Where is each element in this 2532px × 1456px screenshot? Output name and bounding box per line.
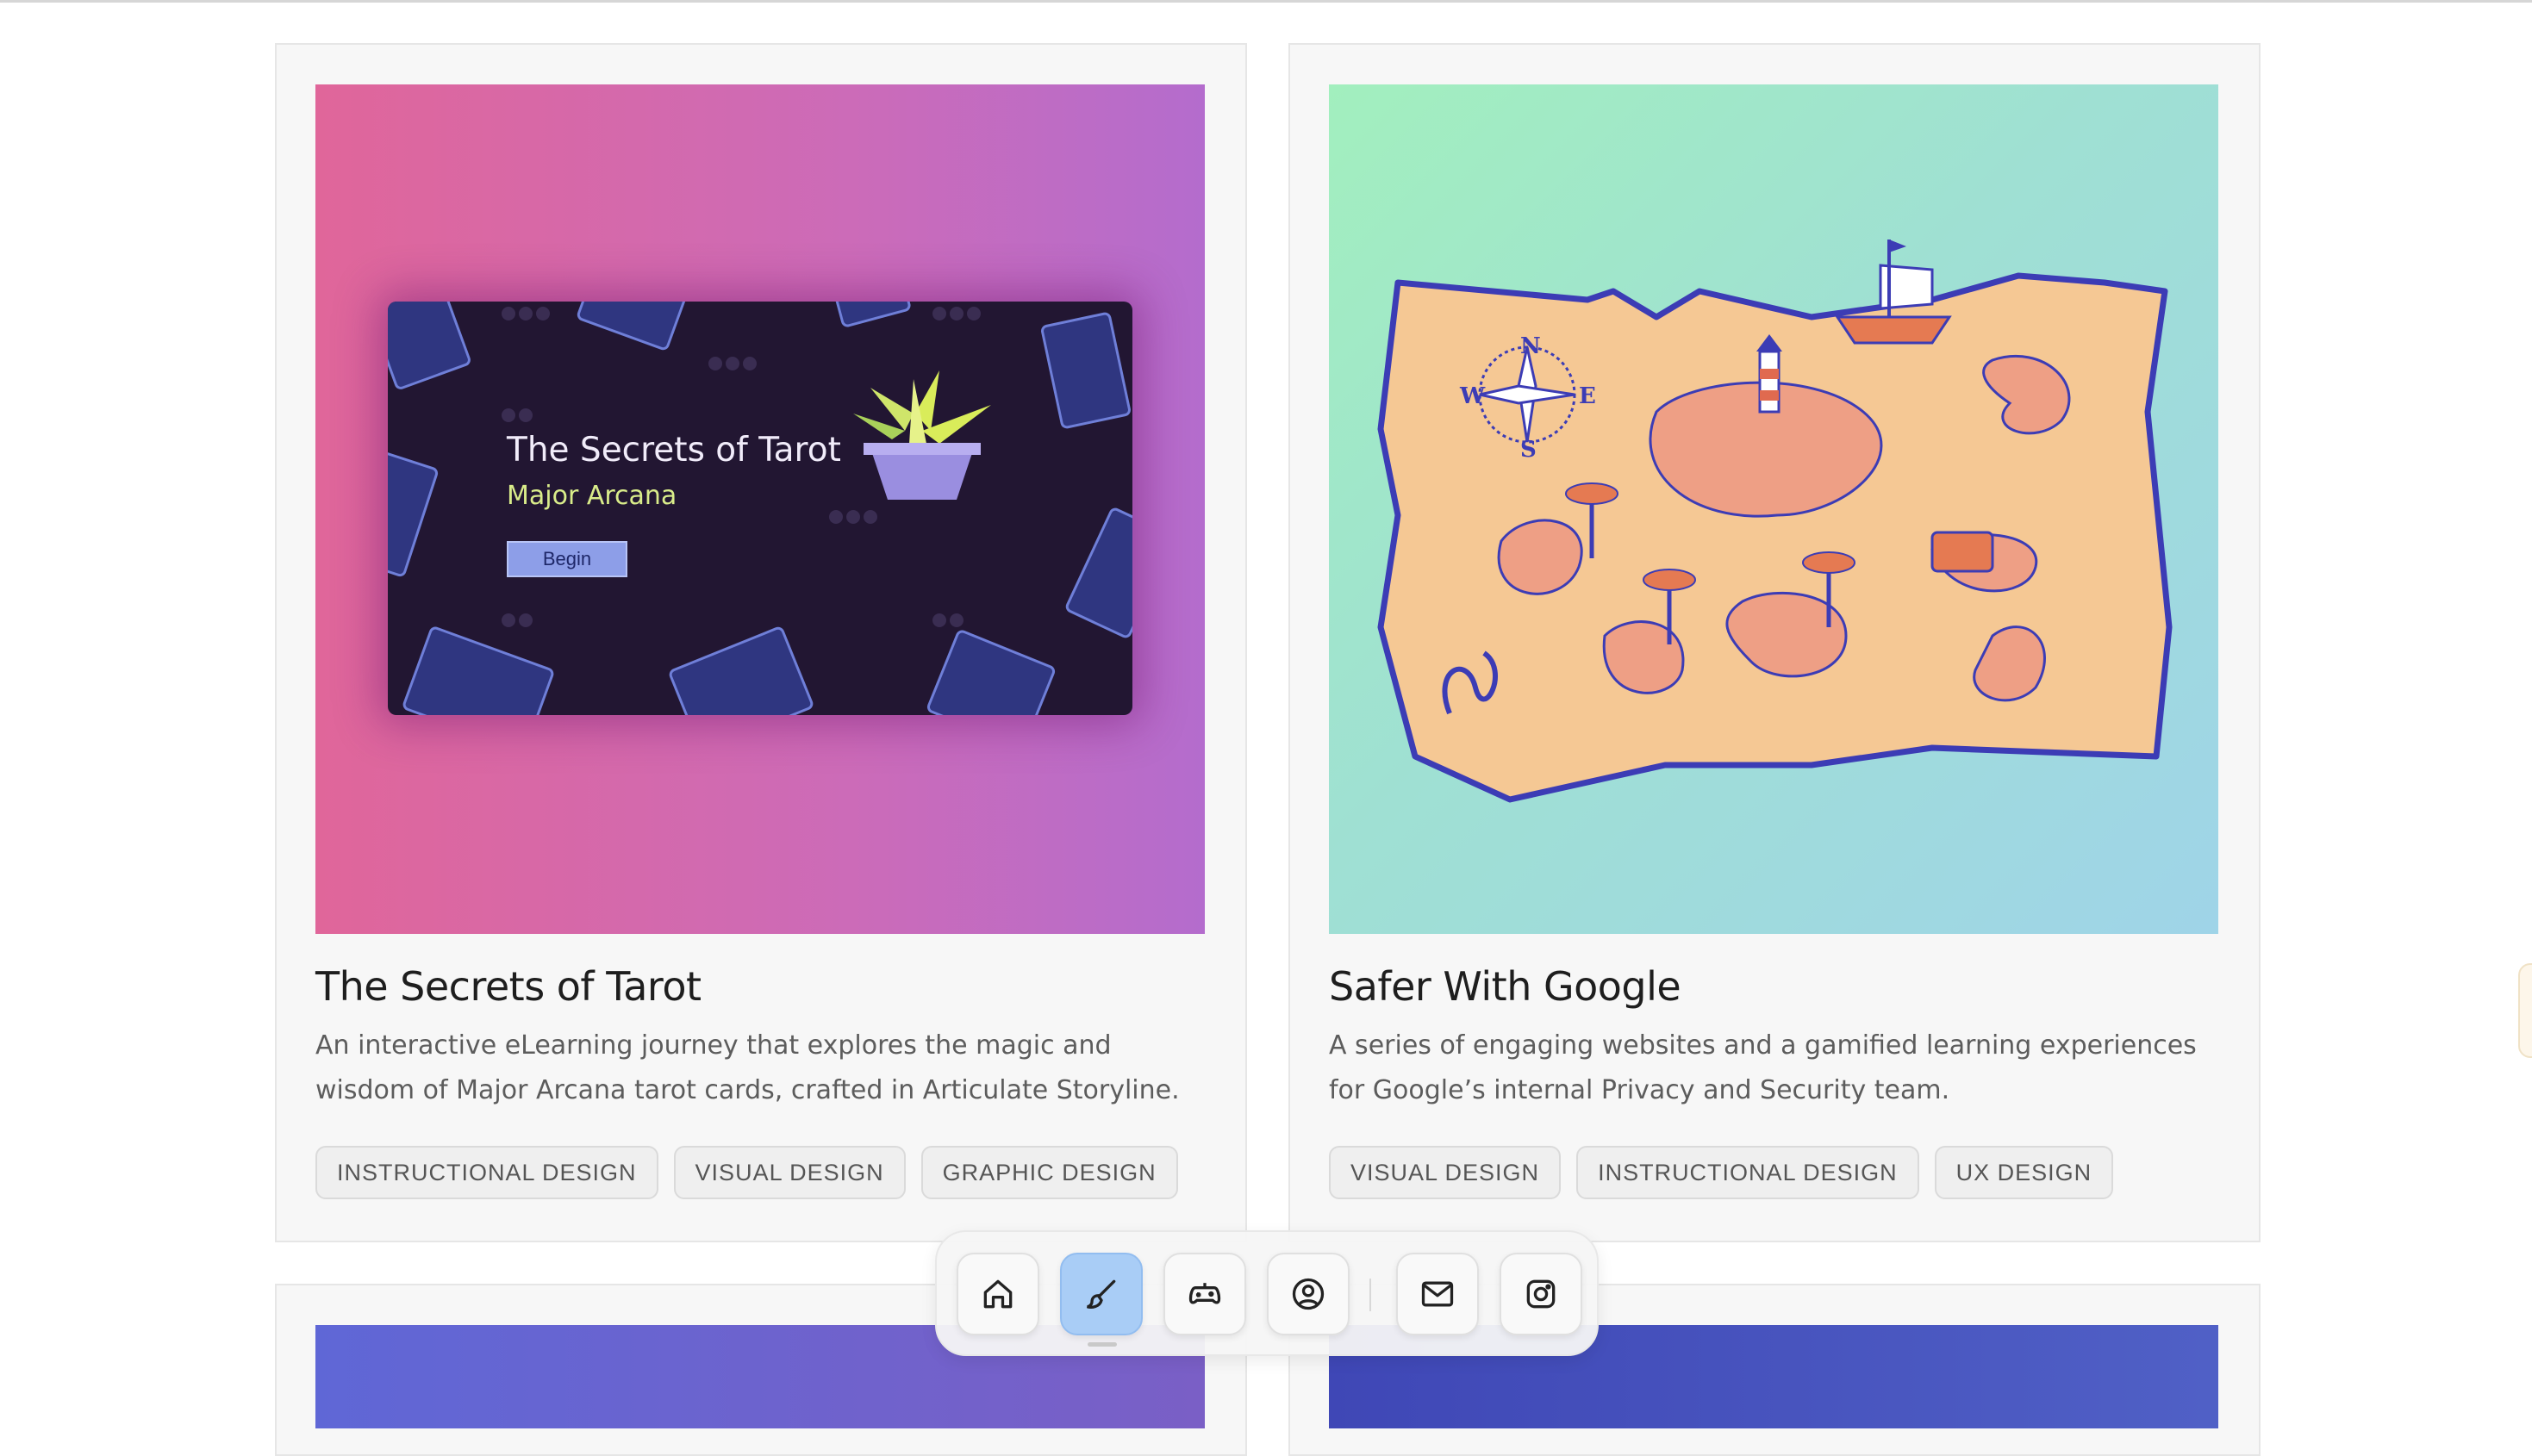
compass-e: E xyxy=(1579,383,1596,409)
project-description: A series of engaging websites and a gami… xyxy=(1329,1030,2197,1105)
active-indicator xyxy=(1088,1342,1117,1347)
project-description: An interactive eLearning journey that ex… xyxy=(315,1030,1180,1105)
tag-list: INSTRUCTIONAL DESIGN VISUAL DESIGN GRAPH… xyxy=(315,1146,1178,1199)
ship-illustration xyxy=(1835,240,1952,345)
dock-separator xyxy=(1369,1279,1371,1311)
plant-illustration xyxy=(853,370,991,500)
games-button[interactable] xyxy=(1163,1253,1246,1335)
tag: VISUAL DESIGN xyxy=(1329,1146,1562,1199)
compass-w: W xyxy=(1459,383,1486,409)
tag-list: VISUAL DESIGN INSTRUCTIONAL DESIGN UX DE… xyxy=(1329,1146,2114,1199)
tarot-screen-subtitle: Major Arcana xyxy=(507,481,677,511)
top-divider xyxy=(0,0,2532,3)
compass-n: N xyxy=(1520,333,1541,359)
compass-s: S xyxy=(1520,437,1537,463)
user-circle-icon xyxy=(1292,1278,1325,1310)
project-card-google[interactable]: N E S W Safer With Google A series of en… xyxy=(1288,43,2261,1242)
treasure-chest-illustration xyxy=(1930,531,1994,573)
project-title[interactable]: Safer With Google xyxy=(1329,963,1681,1010)
project-card-tarot[interactable]: The Secrets of Tarot Major Arcana Begin … xyxy=(275,43,1247,1242)
work-button[interactable] xyxy=(1060,1253,1143,1335)
tag: UX DESIGN xyxy=(1934,1146,2114,1199)
project-title[interactable]: The Secrets of Tarot xyxy=(315,963,702,1010)
dock-navigation xyxy=(935,1230,1599,1356)
home-button[interactable] xyxy=(957,1253,1039,1335)
side-drawer-handle[interactable] xyxy=(2518,963,2532,1058)
gamepad-icon xyxy=(1188,1283,1221,1304)
tarot-card-pattern xyxy=(388,302,1132,715)
contact-button[interactable] xyxy=(1396,1253,1479,1335)
tag: INSTRUCTIONAL DESIGN xyxy=(1576,1146,1919,1199)
home-icon xyxy=(983,1279,1013,1309)
project-thumbnail[interactable]: N E S W xyxy=(1329,84,2218,934)
tarot-preview-screen: The Secrets of Tarot Major Arcana Begin xyxy=(388,302,1132,715)
tag: INSTRUCTIONAL DESIGN xyxy=(315,1146,658,1199)
tarot-begin-button: Begin xyxy=(507,541,627,577)
tag: VISUAL DESIGN xyxy=(673,1146,906,1199)
brush-icon xyxy=(1086,1279,1116,1309)
tarot-screen-title: The Secrets of Tarot xyxy=(507,431,841,470)
about-button[interactable] xyxy=(1267,1253,1350,1335)
treasure-map-illustration: N E S W xyxy=(1377,240,2173,803)
project-thumbnail[interactable]: The Secrets of Tarot Major Arcana Begin xyxy=(315,84,1205,934)
instagram-icon xyxy=(1526,1279,1556,1309)
mail-icon xyxy=(1421,1281,1454,1307)
instagram-button[interactable] xyxy=(1500,1253,1582,1335)
tag: GRAPHIC DESIGN xyxy=(920,1146,1178,1199)
